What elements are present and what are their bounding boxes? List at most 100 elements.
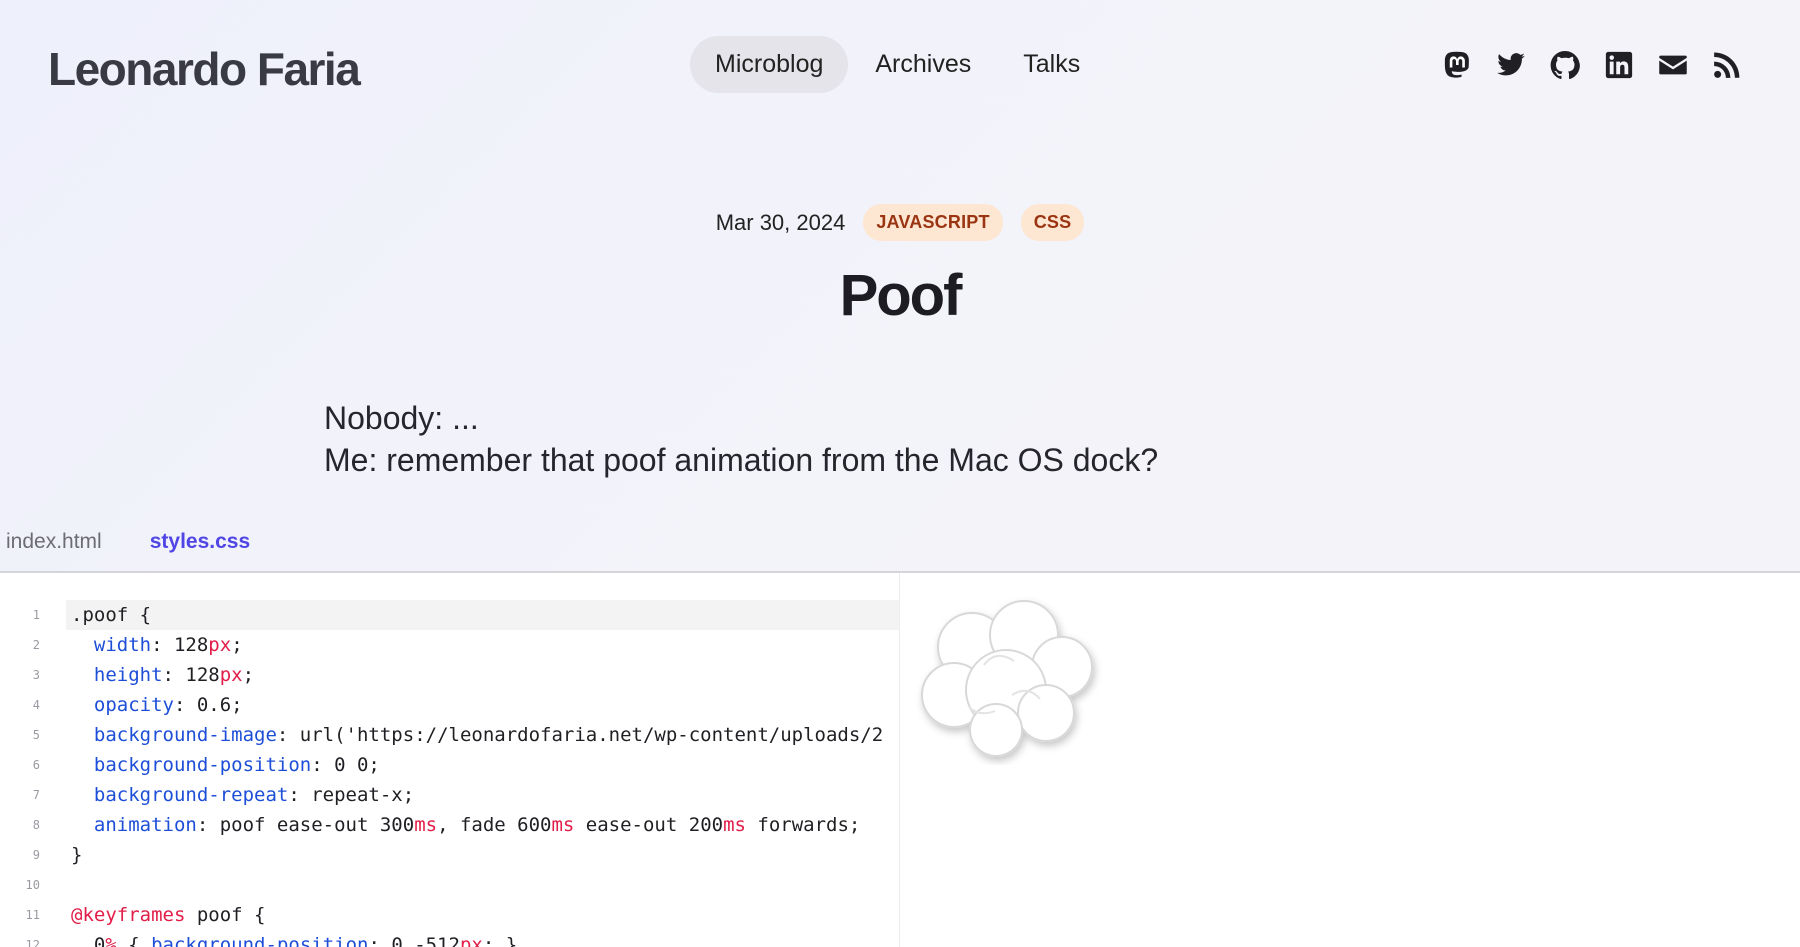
line-number: 4 — [32, 698, 40, 712]
code-token: ms — [723, 814, 746, 836]
preview-pane — [900, 573, 1800, 947]
code-token: poof { — [185, 904, 266, 926]
line-number: 1 — [32, 608, 40, 622]
line-number: 8 — [32, 818, 40, 832]
code-token: : 128 — [151, 634, 209, 656]
nav-archives[interactable]: Archives — [850, 36, 996, 93]
post-date: Mar 30, 2024 — [715, 209, 846, 235]
line-number: 3 — [32, 668, 40, 682]
mastodon-icon[interactable] — [1442, 50, 1472, 80]
line-number: 2 — [32, 638, 40, 652]
nav-talks[interactable]: Talks — [998, 36, 1105, 93]
code-text: background-repeat: repeat-x; — [66, 780, 899, 810]
code-line: 10 — [0, 870, 899, 900]
tag-javascript[interactable]: JAVASCRIPT — [863, 204, 1003, 241]
code-line: 11 @keyframes poof { — [0, 900, 899, 930]
code-embed: 1 .poof {2 width: 128px; 3 height: 128px; 4… — [0, 571, 1800, 947]
site-title[interactable]: Leonardo Faria — [48, 42, 361, 96]
code-token: background-repeat — [93, 784, 289, 806]
tag-css[interactable]: CSS — [1020, 204, 1085, 241]
code-text: 0% { background-position: 0 -512px; } — [66, 930, 899, 947]
code-token: height — [93, 664, 163, 686]
post-title: Poof — [839, 263, 963, 328]
code-line: 9} — [0, 840, 899, 870]
code-token: ease-out 200 — [574, 814, 724, 836]
line-number: 11 — [25, 908, 40, 922]
code-text: .poof { — [66, 600, 899, 630]
post-body: Nobody: ... Me: remember that poof anima… — [324, 397, 1158, 481]
main-nav: Microblog Archives Talks — [690, 36, 1107, 93]
twitter-icon[interactable] — [1496, 50, 1526, 80]
code-line: 4 opacity: 0.6; — [0, 690, 899, 720]
code-line: 7 background-repeat: repeat-x; — [0, 780, 899, 810]
tab-index-html[interactable]: index.html — [6, 530, 102, 554]
code-line: 3 height: 128px; — [0, 660, 899, 690]
code-token: background-image — [93, 724, 277, 746]
code-token: : 128 — [162, 664, 220, 686]
code-token: animation — [93, 814, 197, 836]
tab-styles-css[interactable]: styles.css — [150, 530, 250, 554]
code-token: width — [93, 634, 152, 656]
code-token: ms — [414, 814, 438, 836]
line-number: 9 — [32, 848, 40, 862]
code-token: : url('https://leonardofaria.net/wp-cont… — [276, 724, 884, 746]
nav-microblog[interactable]: Microblog — [690, 36, 849, 93]
poof-cloud-image — [921, 600, 1093, 757]
code-line: 12 0% { background-position: 0 -512px; } — [0, 930, 899, 947]
code-editor[interactable]: 1 .poof {2 width: 128px; 3 height: 128px; 4… — [0, 573, 900, 947]
code-token: : poof ease-out 300 — [196, 814, 415, 836]
code-text: opacity: 0.6; — [66, 690, 899, 720]
line-number: 12 — [25, 938, 40, 947]
code-token: ; — [231, 634, 243, 656]
github-icon[interactable] — [1550, 50, 1580, 80]
code-token: { — [116, 934, 152, 947]
code-text: } — [66, 840, 899, 870]
code-token: : 0.6; — [173, 694, 243, 716]
linkedin-icon[interactable] — [1604, 50, 1634, 80]
code-line: 8 animation: poof ease-out 300ms, fade 6… — [0, 810, 899, 840]
code-text: background-position: 0 0; — [66, 750, 899, 780]
code-text: width: 128px; — [66, 630, 899, 660]
code-token: background-position — [151, 934, 369, 947]
code-line: 1 .poof { — [0, 600, 899, 630]
line-number: 6 — [32, 758, 40, 772]
line-number: 7 — [32, 788, 40, 802]
line-number: 5 — [32, 728, 40, 742]
code-token: opacity — [93, 694, 174, 716]
code-token: % — [105, 934, 117, 947]
email-icon[interactable] — [1658, 50, 1688, 80]
code-token: background-position — [93, 754, 312, 776]
code-token: } — [71, 844, 83, 866]
code-token: ms — [551, 814, 575, 836]
post-line: Nobody: ... — [324, 400, 479, 436]
code-line: 5 background-image: url('https://leonard… — [0, 720, 899, 750]
code-token: : 0 -512 — [368, 934, 460, 947]
code-token: 0 — [71, 934, 106, 947]
code-token: , fade 600 — [437, 814, 552, 836]
code-line: 6 background-position: 0 0; — [0, 750, 899, 780]
post-meta: Mar 30, 2024 JAVASCRIPT CSS — [0, 204, 1800, 241]
code-text: height: 128px; — [66, 660, 899, 690]
rss-icon[interactable] — [1712, 50, 1742, 80]
code-token: ; } — [482, 934, 518, 947]
line-number: 10 — [25, 878, 40, 892]
post-line: Me: remember that poof animation from th… — [324, 442, 1159, 478]
code-token: px — [219, 664, 243, 686]
code-token: px — [208, 634, 232, 656]
code-tabs: index.html styles.css — [6, 530, 250, 554]
code-text: @keyframes poof { — [66, 900, 899, 930]
code-token: .poof { — [71, 604, 152, 626]
code-text: animation: poof ease-out 300ms, fade 600… — [66, 810, 899, 840]
code-token: px — [459, 934, 483, 947]
code-text: background-image: url('https://leonardof… — [66, 720, 899, 750]
code-token: : repeat-x; — [288, 784, 415, 806]
social-links — [1442, 50, 1742, 80]
code-token: @keyframes — [71, 904, 186, 926]
